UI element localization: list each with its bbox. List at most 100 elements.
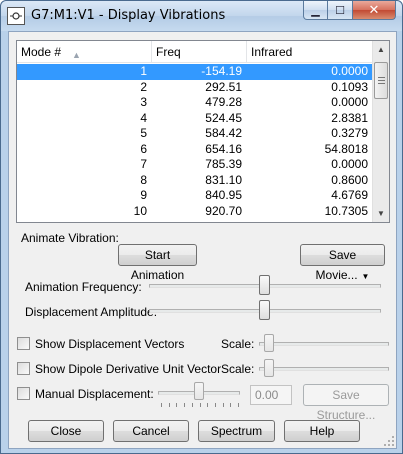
- frequency-slider-thumb[interactable]: [259, 275, 270, 295]
- freq-cell: 831.10: [205, 172, 242, 187]
- scroll-down-icon[interactable]: ▼: [373, 205, 389, 222]
- save-structure-button: Save Structure...: [303, 384, 389, 422]
- column-freq-label: Freq: [156, 45, 181, 59]
- displacement-scale-label: Scale:: [221, 337, 255, 351]
- mode-cell: 9: [140, 188, 147, 202]
- close-icon: ✕: [368, 2, 380, 17]
- infrared-cell: 0.8600: [331, 172, 368, 187]
- maximize-icon: ☐: [335, 4, 345, 17]
- slider-tick: [184, 403, 186, 407]
- slider-tick: [161, 403, 162, 407]
- spectrum-button[interactable]: Spectrum: [198, 420, 275, 442]
- slider-tick: [168, 403, 170, 407]
- mode-cell: 3: [140, 95, 147, 109]
- minimize-icon: ▁: [311, 4, 320, 17]
- table-row[interactable]: 8 831.10 0.8600: [17, 173, 374, 189]
- show-displacement-vectors-label[interactable]: Show Displacement Vectors: [35, 337, 184, 351]
- resize-grip-icon[interactable]: [383, 435, 395, 447]
- column-infrared[interactable]: Infrared: [247, 41, 374, 63]
- table-row[interactable]: 5 584.42 0.3279: [17, 126, 374, 142]
- infrared-cell: 10.7305: [324, 203, 368, 218]
- manual-displacement-thumb: [194, 382, 204, 400]
- mode-cell: 4: [140, 110, 147, 125]
- table-row[interactable]: 10 920.70 10.7305: [17, 204, 374, 220]
- mode-cell: 10: [133, 203, 147, 218]
- cancel-button[interactable]: Cancel: [113, 420, 189, 442]
- list-scrollbar[interactable]: ▲ ▼: [372, 41, 389, 222]
- slider-tick: [230, 403, 232, 407]
- start-animation-button[interactable]: Start Animation: [118, 244, 197, 282]
- freq-cell: 524.45: [205, 110, 242, 125]
- modes-list[interactable]: Mode # ▲ Freq Infrared 1 -154.19 0.0000 2 29…: [16, 40, 390, 223]
- infrared-cell: 2.8381: [331, 110, 368, 125]
- infrared-cell: 0.0000: [331, 157, 368, 171]
- dipole-scale-label: Scale:: [221, 362, 255, 376]
- help-button[interactable]: Help: [284, 420, 360, 442]
- freq-cell: 292.51: [205, 79, 242, 94]
- caption-buttons: ▁ ☐ ✕: [303, 1, 396, 21]
- animate-vibration-label: Animate Vibration:: [21, 231, 119, 245]
- animation-frequency-label: Animation Frequency:: [25, 280, 142, 294]
- window-title: G7:M1:V1 - Display Vibrations: [31, 8, 226, 23]
- displacement-scale-thumb: [264, 334, 274, 352]
- manual-displacement-value: 0.00: [250, 385, 292, 405]
- slider-tick: [238, 403, 239, 407]
- save-movie-button[interactable]: Save Movie... ▼: [300, 244, 385, 282]
- mode-cell: 2: [140, 79, 147, 94]
- dialog-window: G7:M1:V1 - Display Vibrations ▁ ☐ ✕ Mode…: [0, 0, 403, 454]
- minimize-button[interactable]: ▁: [303, 1, 328, 20]
- slider-tick: [176, 403, 178, 407]
- scroll-up-icon[interactable]: ▲: [373, 41, 389, 58]
- infrared-cell: 0.0000: [331, 64, 368, 78]
- list-rows: 1 -154.19 0.0000 2 292.51 0.1093 3 479.28 0.0000…: [17, 64, 374, 219]
- show-dipole-vector-label[interactable]: Show Dipole Derivative Unit Vector: [35, 362, 221, 376]
- dipole-scale-track: [259, 367, 389, 371]
- table-row[interactable]: 6 654.16 54.8018: [17, 142, 374, 158]
- close-button[interactable]: Close: [28, 420, 104, 442]
- manual-displacement-label[interactable]: Manual Displacement:: [35, 387, 154, 401]
- infrared-cell: 0.3279: [331, 126, 368, 140]
- slider-tick: [191, 403, 193, 407]
- column-infrared-label: Infrared: [251, 45, 293, 59]
- app-icon: [7, 7, 25, 25]
- table-row[interactable]: 1 -154.19 0.0000: [17, 64, 374, 80]
- mode-cell: 7: [140, 157, 147, 171]
- mode-cell: 5: [140, 126, 147, 140]
- table-row[interactable]: 2 292.51 0.1093: [17, 80, 374, 96]
- close-window-button[interactable]: ✕: [353, 1, 396, 20]
- show-dipole-vector-checkbox[interactable]: [17, 362, 30, 375]
- freq-cell: 840.95: [205, 188, 242, 202]
- infrared-cell: 54.8018: [324, 141, 368, 156]
- column-freq[interactable]: Freq: [152, 41, 247, 63]
- slider-tick: [222, 403, 224, 407]
- infrared-cell: 0.0000: [331, 95, 368, 109]
- table-row[interactable]: 9 840.95 4.6769: [17, 188, 374, 204]
- save-movie-label: Save Movie...: [315, 248, 358, 282]
- table-row[interactable]: 7 785.39 0.0000: [17, 157, 374, 173]
- displacement-scale-track: [259, 342, 389, 346]
- infrared-cell: 0.1093: [331, 79, 368, 94]
- slider-tick: [214, 403, 216, 407]
- mode-cell: 8: [140, 172, 147, 187]
- freq-cell: 584.42: [205, 126, 242, 140]
- slider-tick: [207, 403, 209, 407]
- freq-cell: 785.39: [205, 157, 242, 171]
- scroll-thumb[interactable]: [374, 62, 388, 99]
- column-mode-label: Mode #: [21, 45, 62, 59]
- dialog-client: Mode # ▲ Freq Infrared 1 -154.19 0.0000 2 29…: [8, 31, 397, 449]
- list-header: Mode # ▲ Freq Infrared: [17, 41, 374, 63]
- infrared-cell: 4.6769: [331, 188, 368, 202]
- mode-cell: 6: [140, 141, 147, 156]
- show-displacement-vectors-checkbox[interactable]: [17, 337, 30, 350]
- maximize-button[interactable]: ☐: [328, 1, 353, 20]
- slider-tick: [199, 403, 201, 407]
- amplitude-slider-thumb[interactable]: [259, 300, 270, 320]
- column-mode[interactable]: Mode # ▲: [17, 41, 152, 63]
- title-bar[interactable]: G7:M1:V1 - Display Vibrations ▁ ☐ ✕: [1, 1, 402, 31]
- mode-cell: 1: [140, 64, 147, 78]
- table-row[interactable]: 3 479.28 0.0000: [17, 95, 374, 111]
- manual-displacement-checkbox[interactable]: [17, 387, 30, 400]
- table-row[interactable]: 4 524.45 2.8381: [17, 111, 374, 127]
- freq-cell: -154.19: [201, 64, 242, 78]
- dropdown-arrow-icon: ▼: [361, 272, 370, 281]
